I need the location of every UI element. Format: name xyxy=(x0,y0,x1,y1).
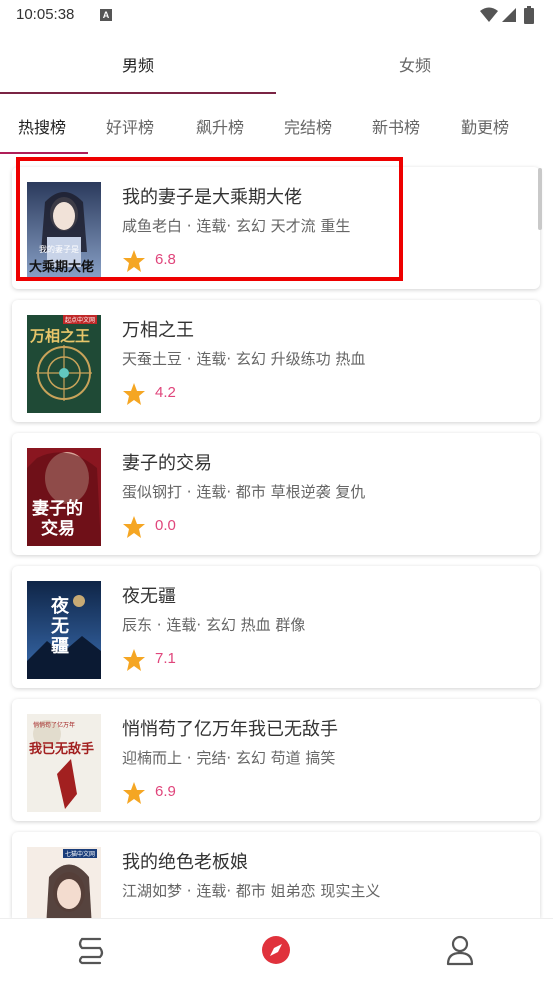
book-status: 连载 xyxy=(196,350,227,368)
highlight-box xyxy=(16,157,403,281)
tab-hot-search[interactable]: 热搜榜 xyxy=(18,114,66,138)
book-author: 辰东 xyxy=(122,616,153,634)
star-icon xyxy=(123,782,145,804)
separator: · xyxy=(182,483,197,501)
book-title: 我的绝色老板娘 xyxy=(122,852,248,873)
book-status: 完结 xyxy=(196,749,227,767)
book-cover: 妻子的 交易 xyxy=(27,448,101,546)
tab-rising[interactable]: 飙升榜 xyxy=(196,114,244,138)
book-tags: 玄幻 升级练功 热血 xyxy=(235,350,366,368)
book-status: 连载 xyxy=(196,483,227,501)
book-tags: 都市 姐弟恋 现实主义 xyxy=(235,882,381,900)
clock: 10:05:38 xyxy=(16,6,75,23)
tab-frequent-update[interactable]: 勤更榜 xyxy=(461,114,509,138)
separator: · xyxy=(226,749,236,767)
tab-label: 女频 xyxy=(398,56,431,75)
notification-a-icon: A xyxy=(100,9,112,21)
book-tags: 都市 草根逆袭 复仇 xyxy=(235,483,366,501)
book-meta: 江湖如梦 · 连载· 都市 姐弟恋 现实主义 xyxy=(122,880,380,901)
book-cover: 万相之王 起点中文网 xyxy=(27,315,101,413)
cover-title: 万相之王 xyxy=(30,327,91,345)
book-score: 0.0 xyxy=(155,517,176,534)
tab-finished[interactable]: 完结榜 xyxy=(284,114,332,138)
nav-discover[interactable] xyxy=(259,933,293,967)
cellular-icon xyxy=(502,8,516,22)
battery-icon xyxy=(524,6,534,24)
book-score: 4.2 xyxy=(155,384,176,401)
star-icon xyxy=(123,649,145,671)
separator: · xyxy=(226,350,236,368)
separator: · xyxy=(152,616,167,634)
book-cover: 夜无疆 xyxy=(27,581,101,679)
book-score: 7.1 xyxy=(155,650,176,667)
separator: · xyxy=(182,350,197,368)
book-card[interactable]: 夜无疆 夜无疆 辰东 · 连载· 玄幻 热血 群像 7.1 xyxy=(12,566,540,688)
status-bar: 10:05:38 A xyxy=(0,0,553,30)
book-meta: 天蚕土豆 · 连载· 玄幻 升级练功 热血 xyxy=(122,348,365,369)
separator: · xyxy=(182,882,197,900)
cover-title: 交易 xyxy=(41,519,75,539)
cover-title: 夜无疆 xyxy=(51,596,69,657)
book-cover: 七猫中文网 xyxy=(27,847,101,918)
book-title: 妻子的交易 xyxy=(122,453,212,474)
book-tags: 玄幻 热血 群像 xyxy=(205,616,306,634)
separator: · xyxy=(182,749,197,767)
separator: · xyxy=(196,616,206,634)
nav-profile[interactable] xyxy=(443,933,477,967)
tab-female[interactable]: 女频 xyxy=(277,40,553,92)
book-meta: 迎楠而上 · 完结· 玄幻 苟道 搞笑 xyxy=(122,747,335,768)
active-tab-indicator xyxy=(0,92,276,94)
book-card[interactable]: 七猫中文网 我的绝色老板娘 江湖如梦 · 连载· 都市 姐弟恋 现实主义 xyxy=(12,832,540,918)
cover-publisher: 七猫中文网 xyxy=(63,849,98,858)
bookshelf-icon xyxy=(78,937,104,965)
rank-tabs: 热搜榜 好评榜 飙升榜 完结榜 新书榜 勤更榜 xyxy=(0,100,553,156)
tab-male[interactable]: 男频 xyxy=(0,40,276,92)
book-title: 万相之王 xyxy=(122,320,194,341)
book-cover: 悄悄苟了亿万年 我已无敌手 xyxy=(27,714,101,812)
book-card[interactable]: 妻子的 交易 妻子的交易 蛋似钢打 · 连载· 都市 草根逆袭 复仇 0.0 xyxy=(12,433,540,555)
tab-good-review[interactable]: 好评榜 xyxy=(106,114,154,138)
profile-icon xyxy=(446,935,474,966)
cover-publisher: 起点中文网 xyxy=(63,315,98,324)
book-meta: 蛋似钢打 · 连载· 都市 草根逆袭 复仇 xyxy=(122,481,365,502)
book-score: 6.9 xyxy=(155,783,176,800)
separator: · xyxy=(226,882,236,900)
separator: · xyxy=(226,483,236,501)
book-status: 连载 xyxy=(196,882,227,900)
scrollbar[interactable] xyxy=(538,168,542,230)
compass-icon xyxy=(262,936,290,964)
book-card[interactable]: 悄悄苟了亿万年 我已无敌手 悄悄苟了亿万年我已无敌手 迎楠而上 · 完结· 玄幻… xyxy=(12,699,540,821)
book-author: 天蚕土豆 xyxy=(122,350,183,368)
book-card[interactable]: 万相之王 起点中文网 万相之王 天蚕土豆 · 连载· 玄幻 升级练功 热血 4.… xyxy=(12,300,540,422)
book-title: 夜无疆 xyxy=(122,586,176,607)
book-meta: 辰东 · 连载· 玄幻 热血 群像 xyxy=(122,614,305,635)
book-title: 悄悄苟了亿万年我已无敌手 xyxy=(122,719,338,740)
active-rank-indicator xyxy=(0,152,88,154)
star-icon xyxy=(123,383,145,405)
book-author: 江湖如梦 xyxy=(122,882,183,900)
gender-tabs: 男频 女频 xyxy=(0,40,553,96)
star-icon xyxy=(123,516,145,538)
book-author: 迎楠而上 xyxy=(122,749,183,767)
bottom-nav xyxy=(0,918,553,985)
nav-bookshelf[interactable] xyxy=(74,933,108,967)
tab-label: 男频 xyxy=(121,56,154,75)
cover-subtitle: 悄悄苟了亿万年 xyxy=(33,722,76,729)
book-author: 蛋似钢打 xyxy=(122,483,183,501)
cover-title: 我已无敌手 xyxy=(29,742,95,757)
wifi-icon xyxy=(480,7,498,22)
tab-new-book[interactable]: 新书榜 xyxy=(372,114,420,138)
book-tags: 玄幻 苟道 搞笑 xyxy=(235,749,336,767)
book-status: 连载 xyxy=(166,616,197,634)
